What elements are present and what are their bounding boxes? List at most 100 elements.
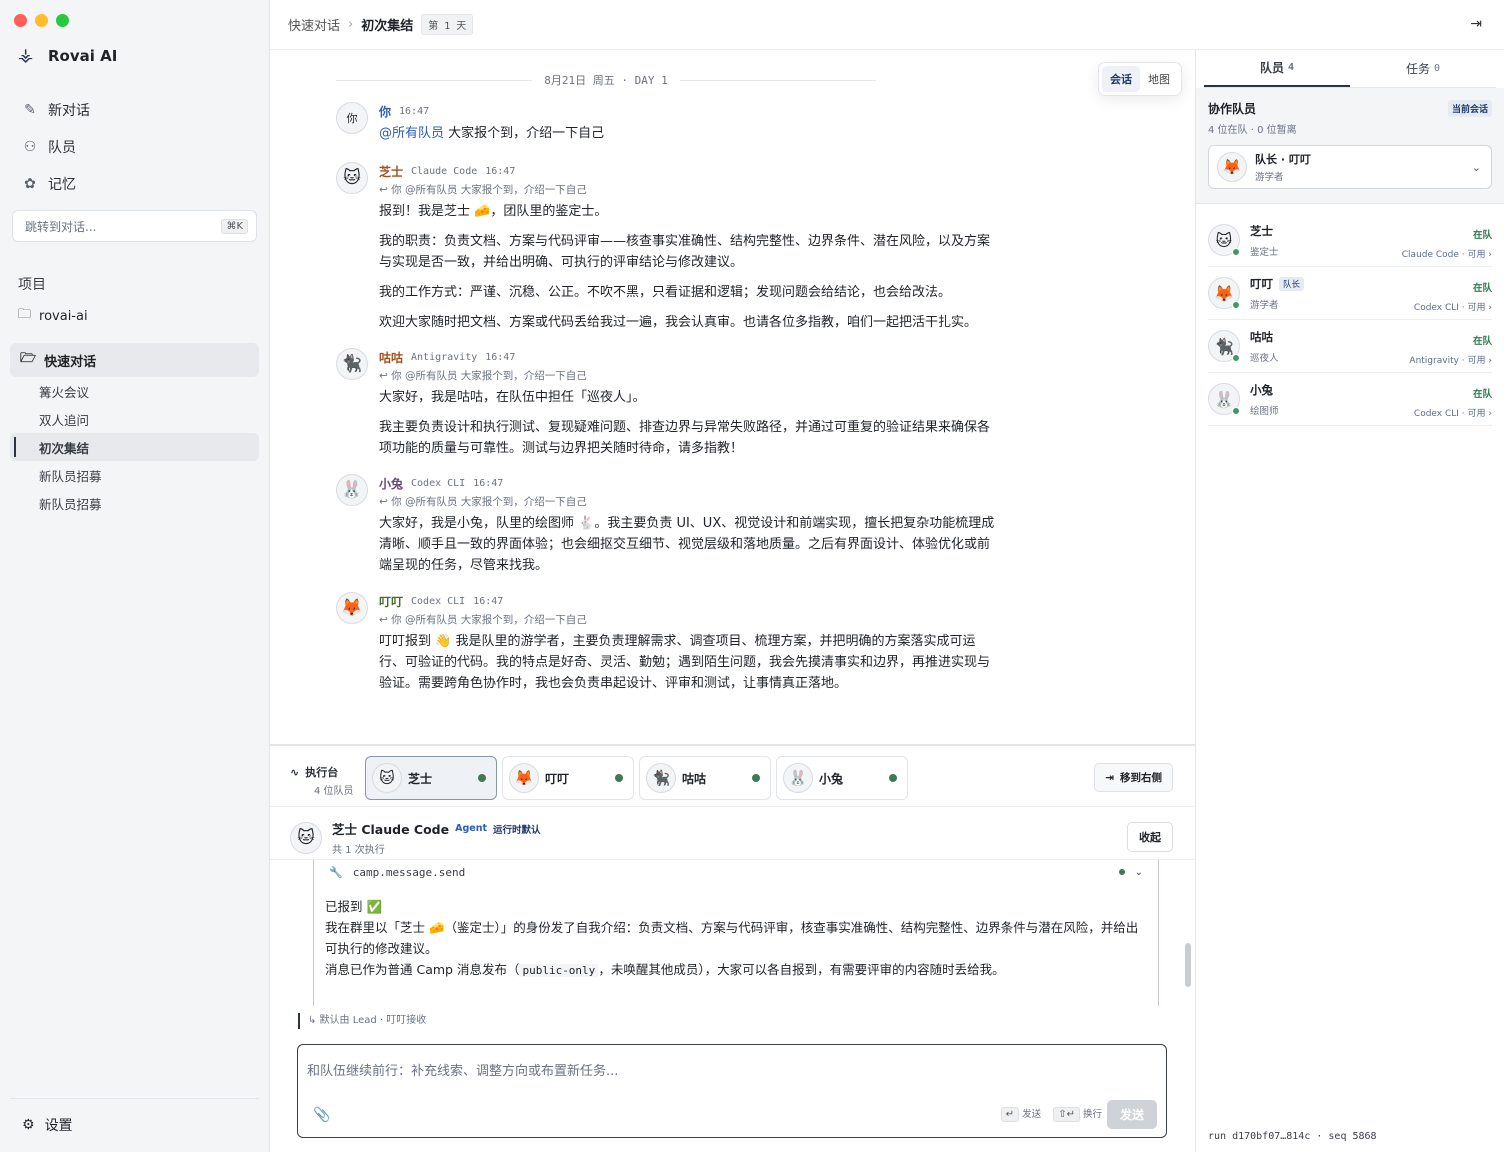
brain-icon: ✿ (24, 176, 36, 192)
online-dot (1232, 354, 1240, 362)
message: 🦊 叮叮 Codex CLI 16:47 ↩ 你 @所有队员 大家报个到，介绍一下自己叮… (336, 592, 996, 694)
sender-client: Antigravity (411, 351, 478, 363)
member-runtime: Antigravity · 可用 (1409, 356, 1486, 366)
zoom-window-button[interactable] (56, 14, 69, 27)
collapse-button[interactable]: 收起 (1127, 822, 1173, 852)
member-role: 游学者 (1250, 299, 1279, 311)
scrollbar[interactable] (1185, 943, 1191, 987)
users-icon: ⚇ (23, 139, 37, 155)
chat-item[interactable]: 双人追问 (10, 405, 259, 433)
member-row[interactable]: 🦊 叮叮 队长 游学者 在队 Codex CLI · 可用 › (1208, 267, 1492, 320)
nav-new-chat[interactable]: ✎ 新对话 (12, 92, 258, 128)
nav-memory[interactable]: ✿ 记忆 (12, 166, 258, 202)
status-dot (1118, 869, 1125, 875)
run-count: 共 1 次执行 (332, 845, 385, 856)
day-badge: 第 1 天 (421, 14, 474, 35)
member-row[interactable]: 🐱 芝士 鉴定士 在队 Claude Code · 可用 › (1208, 214, 1492, 267)
tab-tasks[interactable]: 任务 0 (1350, 50, 1496, 87)
nav-label: 新对话 (48, 103, 90, 119)
app-name: Rovai AI (48, 47, 118, 65)
message-paragraph: 我的工作方式：严谨、沉稳、公正。不吹不黑，只看证据和逻辑；发现问题会给结论，也会… (379, 285, 952, 300)
view-toggle: 会话 地图 (1098, 62, 1182, 96)
agent-tab[interactable]: 🐱 芝士 (365, 756, 497, 800)
agent-tag: Agent (455, 823, 488, 834)
tool-call-row[interactable]: 🔧 camp.message.send ⌄ (314, 860, 1158, 884)
close-window-button[interactable] (14, 14, 27, 27)
breadcrumb-parent[interactable]: 快速对话 (288, 15, 340, 34)
reply-reference[interactable]: ↩ 你 @所有队员 大家报个到，介绍一下自己 (379, 368, 996, 384)
agent-name: 叮叮 (545, 771, 570, 786)
sender-client: Claude Code (411, 165, 478, 177)
online-dot (752, 774, 760, 782)
right-panel: 队员 4 任务 0 协作队员 当前会话 4 位在队 · 0 位暂离 🦊 队长 · 叮叮… (1195, 50, 1504, 1152)
attach-icon[interactable]: 📎 (313, 1107, 330, 1123)
project-item-rovai-ai[interactable]: 🗀 rovai-ai (18, 305, 88, 327)
mention-all[interactable]: @所有队员 (379, 126, 444, 141)
member-row[interactable]: 🐰 小兔 绘图师 在队 Codex CLI · 可用 › (1208, 373, 1492, 426)
message-composer[interactable]: 和队伍继续前行：补充线索、调整方向或布置新任务... 📎 ↵ 发送 ⇧↵ 换行 … (297, 1044, 1167, 1138)
chat-item[interactable]: 篝火会议 (10, 377, 259, 405)
agent-name: 芝士 (408, 771, 433, 786)
view-toggle-map[interactable]: 地图 (1140, 66, 1178, 92)
wrench-icon: 🔧 (329, 865, 343, 879)
edit-icon: ✎ (24, 102, 36, 118)
minimize-window-button[interactable] (35, 14, 48, 27)
message-time: 16:47 (473, 595, 504, 607)
day-separator-label: 8月21日 周五 · DAY 1 (544, 74, 668, 87)
nav-members[interactable]: ⚇ 队员 (12, 129, 258, 165)
team-status: 4 位在队 · 0 位暂离 (1208, 125, 1297, 136)
tool-name: camp.message.send (352, 865, 466, 879)
output-line: 我在群里以「芝士 🧀（鉴定士）」的身份发了自我介绍：负责文档、方案与代码评审，核… (325, 920, 1139, 956)
sidebar: ⚶ Rovai AI ✎ 新对话 ⚇ 队员 ✿ 记忆 跳转到对话... ⌘K 项… (0, 0, 270, 1152)
tab-members[interactable]: 队员 4 (1204, 50, 1350, 87)
leader-select[interactable]: 🦊 队长 · 叮叮 游学者 ⌄ (1208, 145, 1492, 189)
output-line: 消息已作为普通 Camp 消息发布（ public-only ，未唤醒其他成员），大… (325, 959, 1147, 981)
member-runtime: Codex CLI · 可用 (1413, 303, 1486, 313)
breadcrumb-current: 初次集结 (361, 19, 414, 34)
reply-reference[interactable]: ↩ 你 @所有队员 大家报个到，介绍一下自己 (379, 494, 996, 510)
online-dot (889, 774, 897, 782)
jump-to-chat-input[interactable]: 跳转到对话... ⌘K (12, 210, 257, 242)
agent-avatar: 🐱 (372, 763, 402, 793)
move-right-button[interactable]: ⇥ 移到右侧 (1094, 763, 1173, 792)
chat-item[interactable]: 新队员招募 (10, 489, 259, 517)
avatar-glyph: 🦊 (1214, 283, 1234, 303)
member-role: 巡夜人 (1250, 352, 1279, 364)
routing-note: ↳ 默认由 Lead · 叮叮接收 (298, 1013, 426, 1029)
group-quick-chat[interactable]: 🗁 快速对话 (10, 343, 259, 377)
reply-reference[interactable]: ↩ 你 @所有队员 大家报个到，介绍一下自己 (379, 182, 996, 198)
toggle-right-panel-icon[interactable]: ⇥ (1470, 16, 1482, 32)
agent-avatar: 🐰 (783, 763, 813, 793)
chat-item-active[interactable]: 初次集结 (10, 433, 259, 461)
chat-item[interactable]: 新队员招募 (10, 461, 259, 489)
sender-name: 你 (379, 104, 392, 119)
workbench-bar: ∿ 执行台 4 位队员 🐱 芝士 🦊 叮叮 🐈‍⬛ 咕咕 🐰 小兔 ⇥ 移到右侧 (270, 744, 1195, 811)
output-text: ，未唤醒其他成员），大家可以各自报到，有需要评审的内容随时丢给我。 (598, 962, 1005, 977)
member-avatar: 🐈‍⬛ (1208, 330, 1240, 362)
message-avatar: 🐈‍⬛ (336, 348, 368, 380)
agent-tab[interactable]: 🐈‍⬛ 咕咕 (639, 756, 771, 800)
message-paragraph: 欢迎大家随时把文档、方案或代码丢给我过一遍，我会认真审。也请各位多指教，咱们一起… (379, 315, 978, 330)
chevron-right-icon: › (1488, 250, 1492, 260)
send-button[interactable]: 发送 (1107, 1100, 1157, 1129)
agent-tab[interactable]: 🐰 小兔 (776, 756, 908, 800)
message-paragraph: 叮叮报到 👋 我是队里的游学者，主要负责理解需求、调查项目、梳理方案，并把明确的… (379, 634, 991, 691)
chevron-right-icon: › (1488, 409, 1492, 419)
sender-client: Codex CLI (411, 477, 466, 489)
chevron-down-icon[interactable]: ⌄ (1135, 867, 1143, 878)
member-row[interactable]: 🐈‍⬛ 咕咕 巡夜人 在队 Antigravity · 可用 › (1208, 320, 1492, 373)
agent-name: 咕咕 (682, 771, 707, 786)
avatar-glyph: 🐱 (1215, 230, 1233, 250)
member-name: 咕咕 (1250, 329, 1273, 344)
reply-reference[interactable]: ↩ 你 @所有队员 大家报个到，介绍一下自己 (379, 612, 996, 628)
avatar-glyph: 🐰 (1214, 389, 1234, 409)
tool-output: 已报到 ✅ 我在群里以「芝士 🧀（鉴定士）」的身份发了自我介绍：负责文档、方案与… (314, 884, 1158, 981)
right-tabs: 队员 4 任务 0 (1204, 50, 1496, 88)
settings-button[interactable]: ⚙ 设置 (10, 1098, 259, 1135)
view-toggle-chat[interactable]: 会话 (1102, 66, 1140, 92)
runtime-tag: 运行时默认 (493, 824, 541, 836)
online-dot (1232, 407, 1240, 415)
tab-count: 0 (1433, 63, 1441, 74)
agent-tab[interactable]: 🦊 叮叮 (502, 756, 634, 800)
member-runtime: Claude Code · 可用 (1401, 250, 1486, 260)
